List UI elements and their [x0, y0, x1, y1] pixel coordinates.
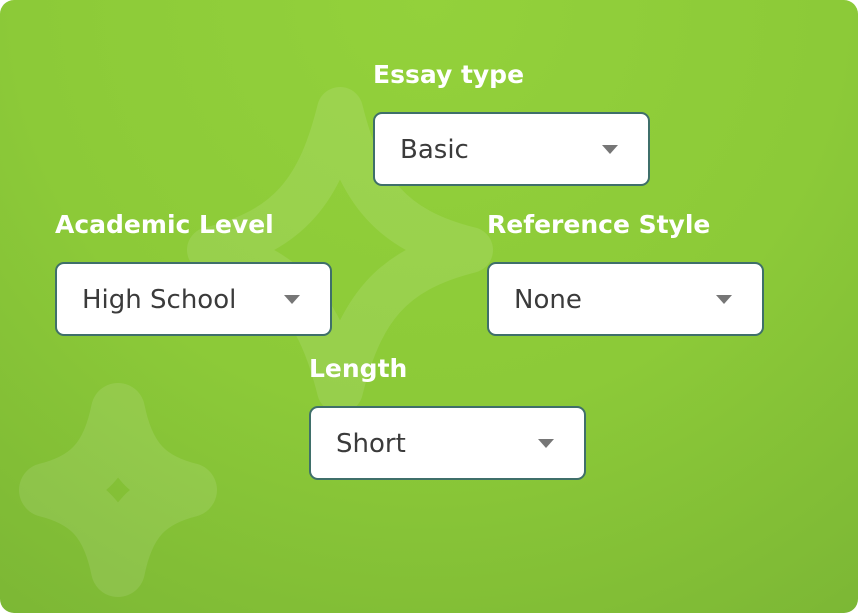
length-value: Short [336, 429, 406, 459]
essay-type-value: Basic [400, 135, 469, 165]
chevron-down-icon [602, 145, 618, 154]
chevron-down-icon [716, 295, 732, 304]
academic-level-value: High School [82, 285, 237, 315]
essay-options-card: Essay type Basic Academic Level High Sch… [0, 0, 858, 613]
essay-type-select[interactable]: Basic [373, 112, 650, 186]
length-select[interactable]: Short [309, 406, 586, 480]
chevron-down-icon [538, 439, 554, 448]
reference-style-value: None [514, 285, 582, 315]
reference-style-select[interactable]: None [487, 262, 764, 336]
essay-type-label: Essay type [373, 60, 525, 89]
length-label: Length [309, 354, 408, 383]
academic-level-select[interactable]: High School [55, 262, 332, 336]
chevron-down-icon [284, 295, 300, 304]
academic-level-label: Academic Level [55, 210, 274, 239]
reference-style-label: Reference Style [487, 210, 711, 239]
